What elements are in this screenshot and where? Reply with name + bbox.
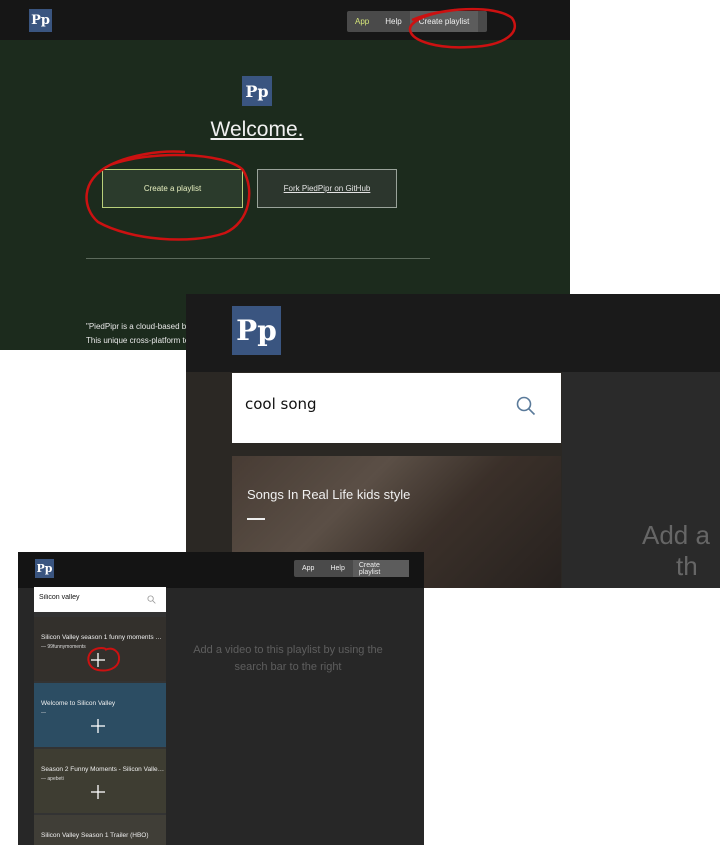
logo[interactable]: Pp (35, 559, 54, 578)
result-item-2[interactable]: Welcome to Silicon Valley — (34, 683, 166, 747)
result-item-1[interactable]: Silicon Valley season 1 funny moments co… (34, 617, 166, 681)
result-title: Silicon Valley season 1 funny moments co… (41, 634, 165, 641)
result-item-4[interactable]: Silicon Valley Season 1 Trailer (HBO) (34, 815, 166, 845)
result-channel: — 99funnymoments (41, 644, 86, 650)
search-box (34, 587, 166, 612)
nav-help[interactable]: Help (377, 17, 409, 26)
create-playlist-button[interactable]: Create a playlist (102, 169, 243, 208)
thumbnail-overlay (34, 683, 166, 747)
welcome-heading: Welcome. (210, 118, 304, 141)
logo[interactable]: Pp (29, 9, 52, 32)
empty-playlist-text: Add a video to this playlist by using th… (193, 644, 383, 673)
nav-menu: App Help Create playlist (347, 11, 487, 32)
search-input[interactable] (245, 395, 505, 413)
search-screen: Pp Songs In Real Life kids style Add a t… (186, 294, 720, 588)
nav-help[interactable]: Help (322, 565, 352, 572)
about-line-2: This unique cross-platform tec (86, 336, 194, 345)
search-icon[interactable] (147, 595, 156, 604)
result-channel: — (41, 710, 46, 716)
result-channel: — apebeti (41, 776, 64, 782)
add-to-playlist-icon[interactable] (91, 785, 105, 799)
result-title: Season 2 Funny Moments - Silicon Valley … (41, 766, 165, 773)
add-to-playlist-icon[interactable] (91, 719, 105, 733)
nav-create-playlist[interactable]: Create playlist (352, 560, 409, 577)
thumbnail-overlay (34, 815, 166, 845)
logo[interactable]: Pp (232, 306, 281, 355)
video-title: Songs In Real Life kids style (247, 487, 411, 502)
logo-center: Pp (242, 76, 272, 106)
result-title: Silicon Valley Season 1 Trailer (HBO) (41, 832, 149, 839)
fork-github-button[interactable]: Fork PiedPipr on GitHub (257, 169, 397, 208)
empty-playlist-text: Add a th (642, 520, 710, 582)
result-title: Welcome to Silicon Valley (41, 700, 116, 707)
add-to-playlist-icon[interactable] (91, 653, 105, 667)
results-screen: Pp App Help Create playlist Silicon Vall… (18, 552, 424, 845)
channel-dash (247, 518, 265, 520)
about-line-1: "PiedPipr is a cloud-based busi (86, 322, 197, 331)
result-item-3[interactable]: Season 2 Funny Moments - Silicon Valley … (34, 749, 166, 813)
nav-app[interactable]: App (294, 565, 322, 572)
nav-create-playlist[interactable]: Create playlist (409, 11, 479, 32)
search-icon[interactable] (516, 396, 536, 416)
nav-menu: App Help Create playlist (294, 560, 409, 577)
nav-app[interactable]: App (347, 17, 377, 26)
divider (86, 258, 430, 259)
empty-playlist-line-2: th (676, 551, 698, 581)
about-text: "PiedPipr is a cloud-based busi This uni… (86, 320, 196, 348)
empty-playlist-line-1: Add a (642, 520, 710, 550)
search-box (232, 373, 561, 443)
search-input[interactable] (39, 594, 139, 601)
